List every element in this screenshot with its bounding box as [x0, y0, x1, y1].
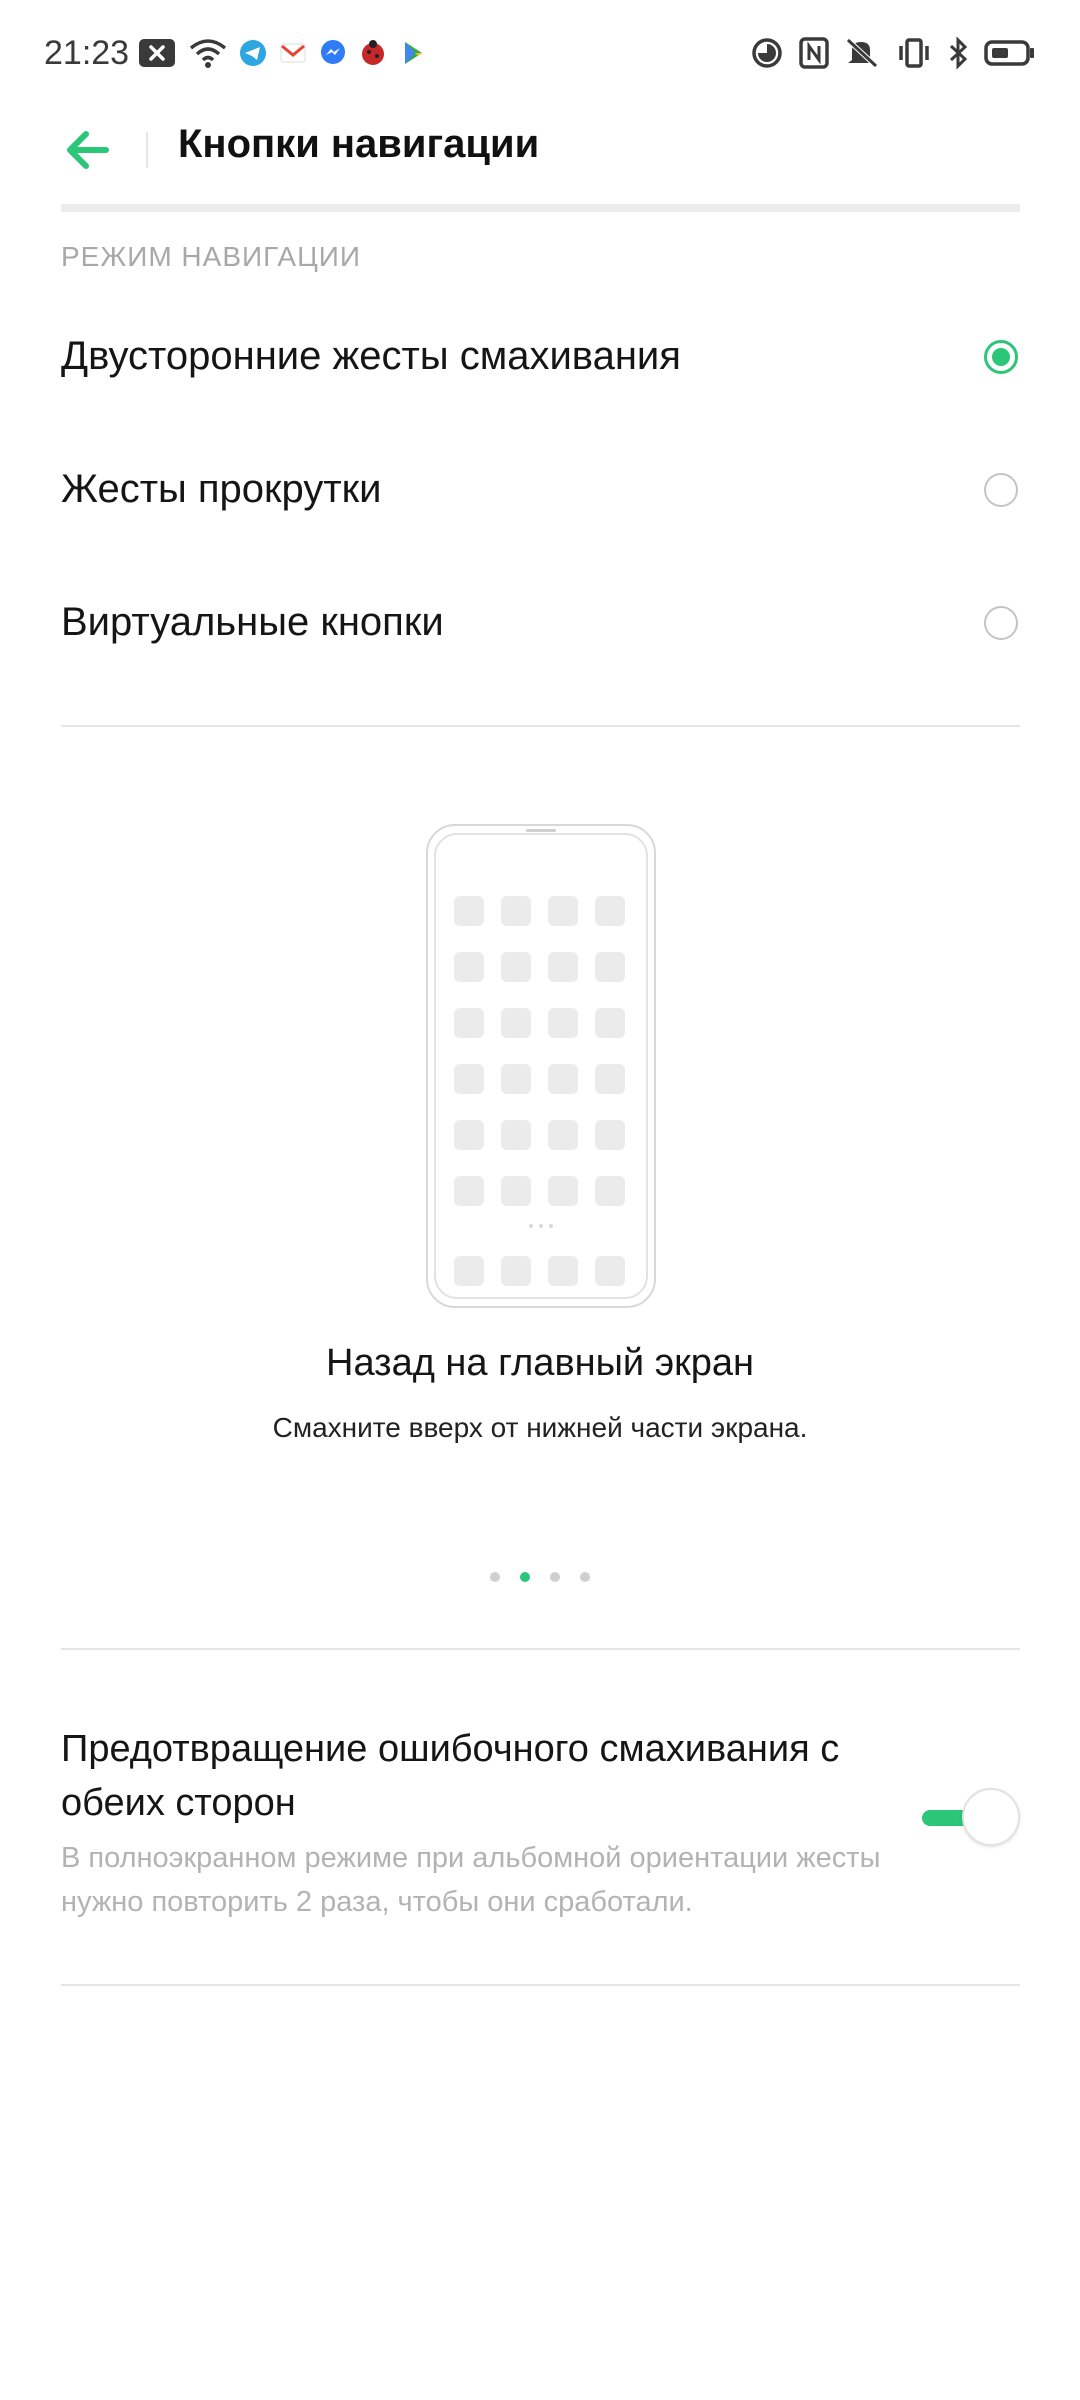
battery-icon: [984, 36, 1036, 75]
telegram-icon: [238, 38, 268, 73]
app-placeholder: [548, 952, 578, 982]
app-placeholder: [548, 1008, 578, 1038]
radio-button[interactable]: [984, 473, 1018, 507]
app-placeholder: [501, 1008, 531, 1038]
back-arrow-icon: [67, 131, 109, 169]
app-placeholder: [548, 1064, 578, 1094]
app-placeholder: [548, 896, 578, 926]
header-divider: [61, 204, 1020, 212]
app-placeholder: [501, 1064, 531, 1094]
app-placeholder: [548, 1176, 578, 1206]
illustration-title: Назад на главный экран: [326, 1342, 754, 1384]
app-placeholder: [595, 1120, 625, 1150]
app-placeholder: [501, 1120, 531, 1150]
app-placeholder: [501, 952, 531, 982]
false-swipe-toggle[interactable]: [922, 1788, 1022, 1848]
divider: [61, 1984, 1020, 1986]
page-dot: [550, 1572, 560, 1582]
section-label-navigation-mode: РЕЖИМ НАВИГАЦИИ: [61, 241, 362, 272]
app-header: Кнопки навигации: [0, 108, 1080, 248]
app-placeholder: [454, 952, 484, 982]
bluetooth-icon: [946, 36, 970, 75]
app-placeholder: [501, 1256, 531, 1286]
app-placeholder: [454, 1064, 484, 1094]
app-placeholder: [595, 1256, 625, 1286]
app-placeholder: [454, 1120, 484, 1150]
messenger-icon: [318, 38, 348, 73]
radio-button[interactable]: [984, 606, 1018, 640]
app-placeholder: [501, 896, 531, 926]
option-virtual-buttons[interactable]: Виртуальные кнопки: [61, 570, 1020, 680]
app-placeholder: [595, 1064, 625, 1094]
option-label: Двусторонние жесты смахивания: [61, 334, 681, 378]
page-title: Кнопки навигации: [178, 122, 540, 166]
option-label: Жесты прокрутки: [61, 467, 382, 511]
radio-button-selected[interactable]: [984, 340, 1018, 374]
illustration-subtitle: Смахните вверх от нижней части экрана.: [272, 1412, 808, 1443]
app-placeholder: [548, 1120, 578, 1150]
status-time: 21:23: [44, 34, 130, 72]
gmail-icon: [278, 38, 308, 73]
toggle-knob: [962, 1788, 1020, 1846]
vibrate-icon: [896, 36, 932, 75]
app-placeholder: [501, 1176, 531, 1206]
divider: [61, 1648, 1020, 1650]
back-button[interactable]: [58, 120, 118, 180]
app-placeholder: [595, 1008, 625, 1038]
header-separator: [146, 132, 148, 168]
app-placeholder: [454, 1176, 484, 1206]
app-placeholder: [454, 1008, 484, 1038]
wifi-icon: [188, 36, 228, 75]
app-placeholder: [595, 1176, 625, 1206]
false-swipe-description: В полноэкранном режиме при альбомной ори…: [61, 1842, 881, 1918]
page-dot: [520, 1572, 530, 1582]
option-label: Виртуальные кнопки: [61, 600, 444, 644]
false-swipe-title: Предотвращение ошибочного смахивания с о…: [61, 1728, 840, 1824]
app-placeholder: [595, 896, 625, 926]
ladybug-app-icon: [358, 38, 388, 73]
page-dot: [490, 1572, 500, 1582]
app-placeholder: [454, 896, 484, 926]
nfc-icon: [798, 36, 830, 75]
app-placeholder: [595, 952, 625, 982]
status-bar: 21:23: [0, 0, 1080, 108]
page-indicator: [0, 1572, 1080, 1582]
notification-icons: [138, 36, 428, 75]
divider: [61, 725, 1020, 727]
data-saver-icon: [750, 36, 784, 75]
play-store-icon: [398, 38, 428, 73]
system-icons: [750, 36, 1036, 75]
mute-icon: [844, 36, 882, 75]
option-two-sided-swipe[interactable]: Двусторонние жесты смахивания: [61, 304, 1020, 414]
app-placeholder: [454, 1256, 484, 1286]
close-app-icon: [138, 36, 178, 75]
phone-illustration: [426, 824, 656, 1308]
option-swipe-gestures[interactable]: Жесты прокрутки: [61, 437, 1020, 547]
page-dot: [580, 1572, 590, 1582]
app-placeholder: [548, 1256, 578, 1286]
